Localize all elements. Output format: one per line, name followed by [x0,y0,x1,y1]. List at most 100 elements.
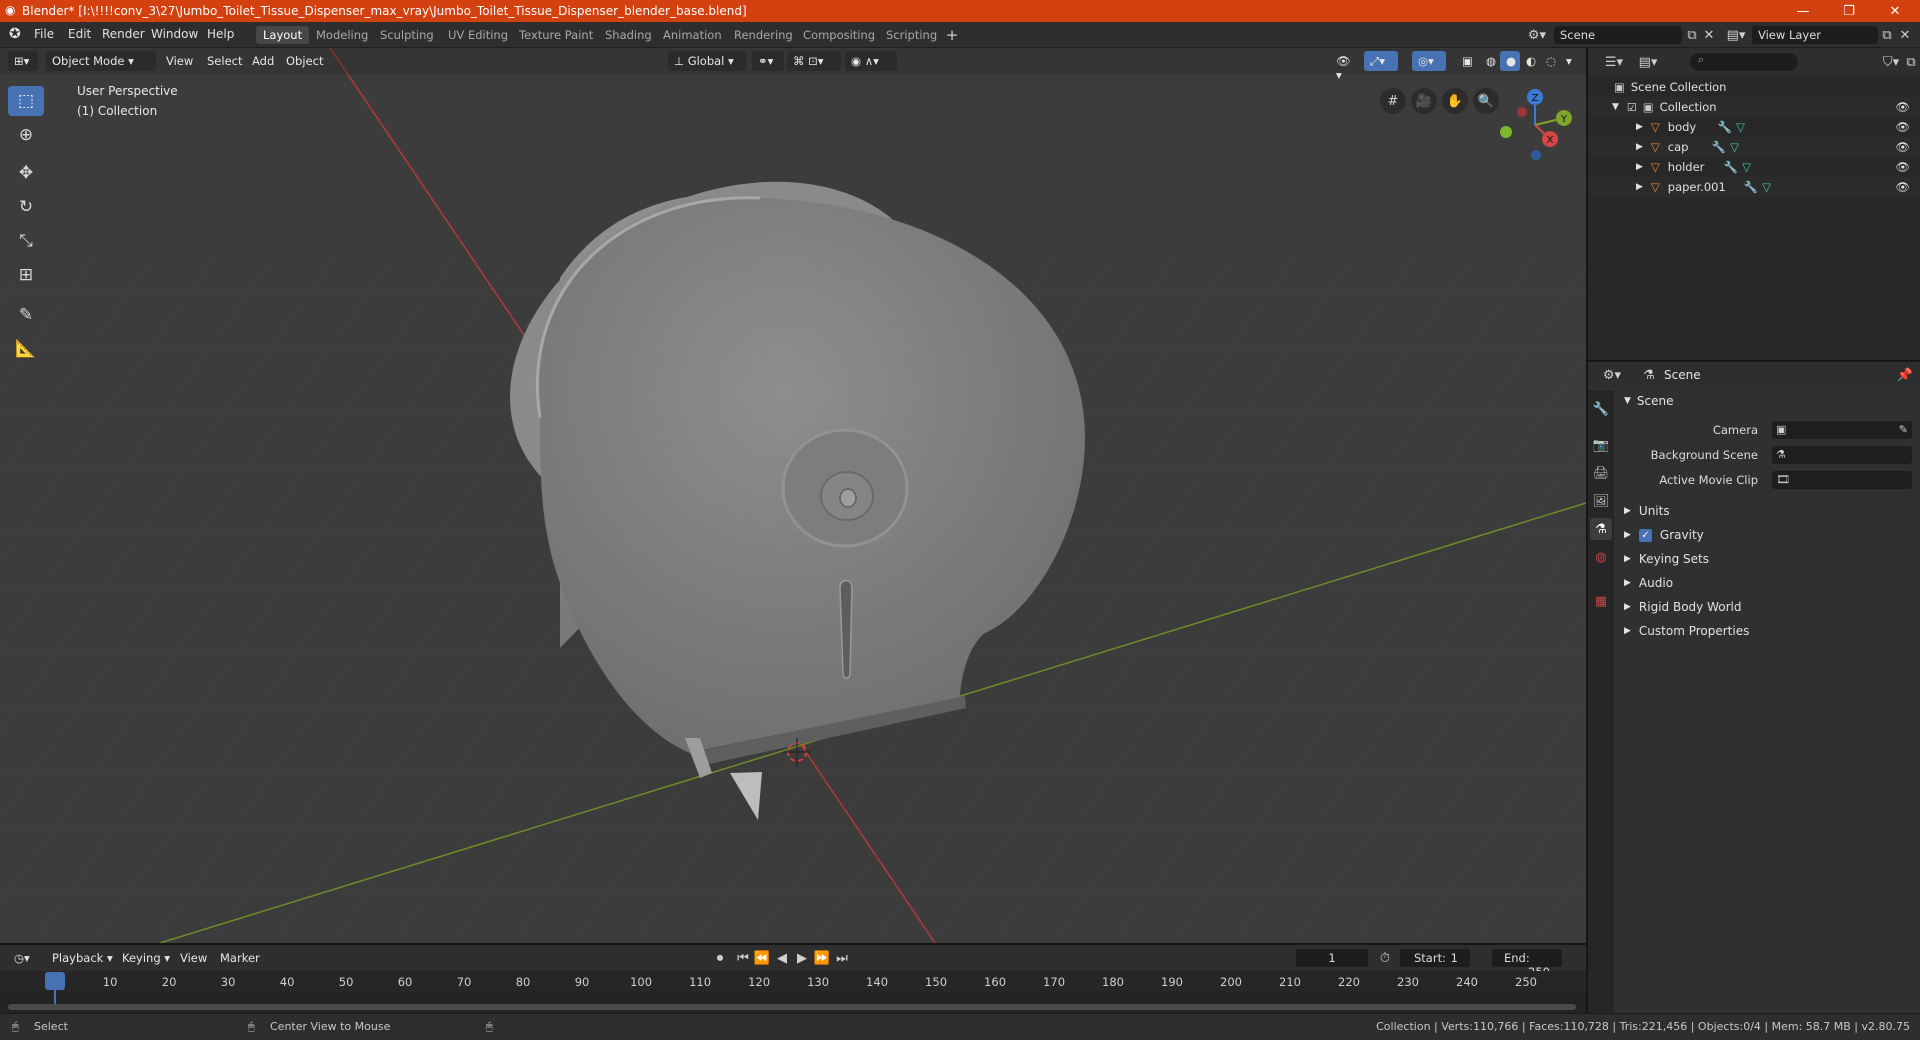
properties-editor-type-icon[interactable]: ⚙▾ [1598,365,1626,385]
current-frame-field[interactable]: 1 [1296,949,1368,967]
transform-orientation[interactable]: ⊥ Global ▾ [668,51,746,71]
timeline-scrollbar[interactable] [8,1004,1576,1010]
visibility-icon[interactable]: 👁▾ [1330,51,1360,82]
tab-rendering[interactable]: Rendering [727,26,800,44]
close-button[interactable]: ✕ [1872,0,1918,22]
active-movie-clip-field[interactable]: 🎞 [1772,471,1912,489]
record-icon[interactable]: ⏺ [710,949,730,967]
gizmo-neg-y[interactable] [1500,126,1512,138]
tab-texture-paint[interactable]: Texture Paint [512,26,600,44]
next-keyframe-icon[interactable]: ⏩ [813,949,831,967]
select-box-tool-icon[interactable]: ⬚ [8,86,44,116]
tab-animation[interactable]: Animation [656,26,729,44]
visibility-eye-icon[interactable]: 👁 [1895,160,1910,174]
pan-view-icon[interactable]: ✋ [1442,88,1468,114]
visibility-eye-icon[interactable]: 👁 [1895,180,1910,194]
camera-field[interactable]: ▣ ✎ [1772,421,1912,439]
overlay-toggle-icon[interactable]: ◎▾ [1412,51,1446,71]
cursor-tool-icon[interactable]: ⊕ [8,120,44,150]
minimize-button[interactable]: — [1780,0,1826,22]
measure-tool-icon[interactable]: 📐 [8,334,44,364]
tab-layout[interactable]: Layout [256,26,310,44]
scene-selector-icon[interactable]: ⚙▾ [1524,26,1550,44]
world-properties-tab-icon[interactable]: ◍ [1590,546,1612,568]
add-workspace-icon[interactable]: + [943,26,961,44]
camera-view-icon[interactable]: 🎥 [1411,88,1437,114]
visibility-eye-icon[interactable]: 👁 [1895,140,1910,154]
new-scene-icon[interactable]: ⧉ [1683,26,1701,44]
expand-icon[interactable]: ▼ [1612,102,1619,112]
proportional-edit[interactable]: ◉ ∧▾ [845,51,897,71]
audio-panel[interactable]: ▶ Audio [1616,572,1918,594]
visibility-eye-icon[interactable]: 👁 [1895,120,1910,134]
stopwatch-icon[interactable]: ⏱ [1376,949,1394,967]
menu-keying[interactable]: Keying ▾ [116,948,176,968]
mode-selector[interactable]: Object Mode ▾ [46,51,156,71]
view-layer-properties-tab-icon[interactable]: 🖼 [1590,490,1612,512]
expand-icon[interactable]: ▶ [1636,142,1643,152]
tab-modeling[interactable]: Modeling [309,26,375,44]
outliner-object-paper[interactable]: ▶ ▽ paper.001 🔧 ▽ 👁 [1588,177,1920,197]
menu-timeline-view[interactable]: View [174,948,213,968]
menu-playback[interactable]: Playback ▾ [46,948,119,968]
filter-icon[interactable]: ⛉▾ [1878,52,1904,72]
tab-compositing[interactable]: Compositing [796,26,882,44]
view-layer-icon[interactable]: ▤▾ [1722,26,1750,44]
pin-icon[interactable]: 📌 [1896,365,1914,385]
3d-viewport[interactable] [0,48,1586,943]
collection-checkbox-icon[interactable]: ☑ [1627,101,1637,114]
render-properties-tab-icon[interactable]: 📷 [1590,434,1612,456]
move-tool-icon[interactable]: ✥ [8,158,44,188]
maximize-button[interactable]: ❐ [1826,0,1872,22]
play-reverse-icon[interactable]: ◀ [773,949,791,967]
output-properties-tab-icon[interactable]: 🖨 [1590,462,1612,484]
expand-icon[interactable]: ▶ [1636,162,1643,172]
tab-uv-editing[interactable]: UV Editing [441,26,515,44]
gizmo-toggle-icon[interactable]: ⤢▾ [1364,51,1398,71]
solid-shading-icon[interactable]: ● [1500,51,1520,71]
tab-shading[interactable]: Shading [598,26,659,44]
scene-field[interactable]: Scene [1554,26,1682,44]
keying-sets-panel[interactable]: ▶ Keying Sets [1616,548,1918,570]
visibility-eye-icon[interactable]: 👁 [1895,100,1910,114]
blender-menu-icon[interactable]: ✪ [9,26,21,42]
menu-file[interactable]: File [34,27,54,41]
scene-properties-tab-icon[interactable]: ⚗ [1590,518,1612,540]
menu-view[interactable]: View [160,51,199,71]
rigid-body-world-panel[interactable]: ▶ Rigid Body World [1616,596,1918,618]
timeline-editor-type-icon[interactable]: ◷▾ [8,948,40,968]
gravity-checkbox[interactable]: ✓ [1638,528,1652,542]
menu-marker[interactable]: Marker [214,948,266,968]
jump-start-icon[interactable]: ⏮ [734,949,752,967]
menu-select[interactable]: Select [201,51,248,71]
tab-scripting[interactable]: Scripting [879,26,944,44]
new-view-layer-icon[interactable]: ⧉ [1878,26,1896,44]
transform-tool-icon[interactable]: ⊞ [8,260,44,290]
outliner-editor-type-icon[interactable]: ☰▾ [1600,52,1628,72]
scene-section-header[interactable]: ▼ Scene [1616,390,1918,412]
snap-toggle[interactable]: ⌘ ⊡▾ [787,51,841,71]
navigation-gizmo[interactable]: Z Y X [1490,80,1580,170]
outliner-object-holder[interactable]: ▶ ▽ holder 🔧 ▽ 👁 [1588,157,1920,177]
outliner-collection[interactable]: ▼ ☑ ▣ Collection 👁 [1588,97,1920,117]
toggle-camera-grid-icon[interactable]: # [1380,88,1406,114]
scale-tool-icon[interactable]: ⤡ [8,226,44,256]
editor-type-button[interactable]: ⊞▾ [8,51,38,71]
end-frame-field[interactable]: End:250 [1492,949,1562,979]
xray-toggle-icon[interactable]: ▣ [1456,51,1476,71]
remove-view-layer-icon[interactable]: ✕ [1896,26,1914,44]
gravity-panel[interactable]: ▶ ✓ Gravity [1616,524,1918,546]
annotate-tool-icon[interactable]: ✎ [8,300,44,330]
expand-icon[interactable]: ▶ [1636,122,1643,132]
gizmo-neg-z[interactable] [1531,150,1541,160]
menu-add[interactable]: Add [246,51,280,71]
outliner-scene-collection[interactable]: ▣ Scene Collection [1588,77,1920,97]
material-shading-icon[interactable]: ◐ [1520,51,1540,71]
pivot-point[interactable]: ⚭▾ [752,51,784,71]
remove-scene-icon[interactable]: ✕ [1700,26,1718,44]
new-collection-icon[interactable]: ⧉ [1902,52,1920,72]
units-panel[interactable]: ▶ Units [1616,500,1918,522]
menu-help[interactable]: Help [207,27,234,41]
outliner-object-cap[interactable]: ▶ ▽ cap 🔧 ▽ 👁 [1588,137,1920,157]
tool-properties-tab-icon[interactable]: 🔧 [1590,398,1612,420]
